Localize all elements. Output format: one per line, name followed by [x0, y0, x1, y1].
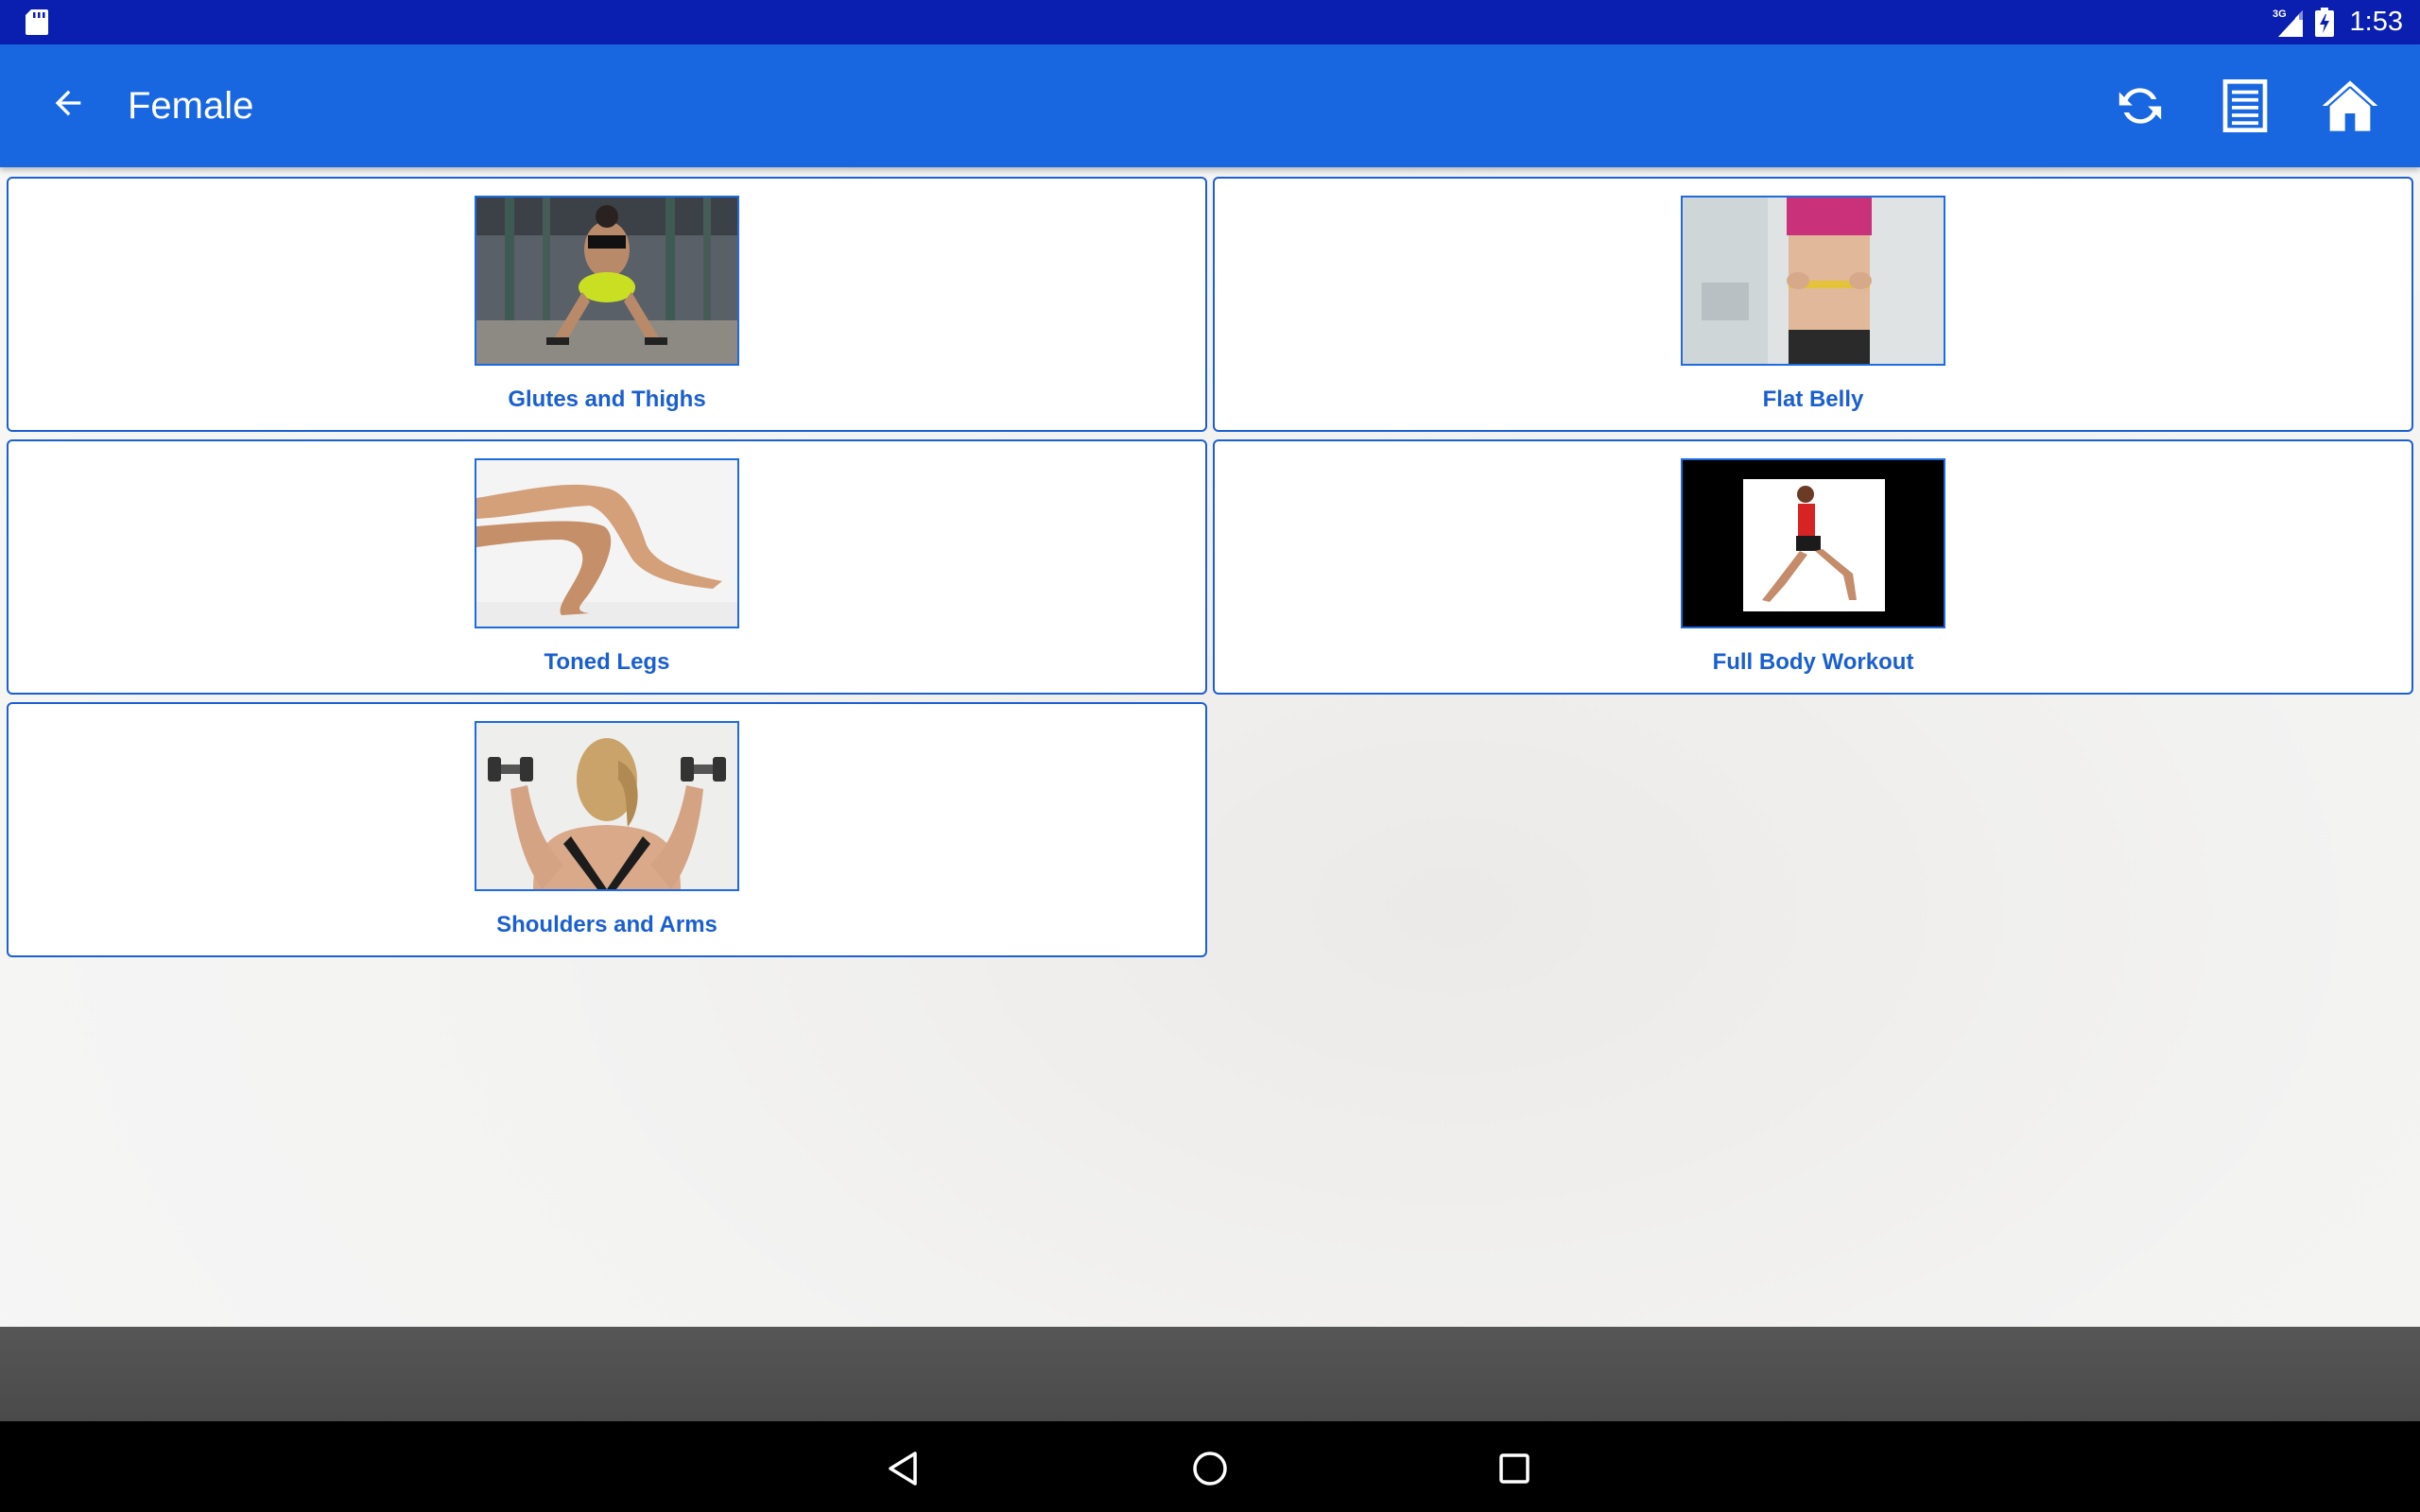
category-card-flat-belly[interactable]: Flat Belly: [1213, 177, 2413, 432]
refresh-icon: [2118, 88, 2162, 124]
category-card-glutes-thighs[interactable]: Glutes and Thighs: [7, 177, 1207, 432]
home-icon: [2322, 80, 2378, 131]
list-icon: [2222, 79, 2268, 132]
nav-home-icon: [1193, 1452, 1227, 1486]
glutes-thighs-photo: [475, 196, 739, 366]
nav-recents-icon: [1499, 1453, 1530, 1484]
clock: 1:53: [2349, 7, 2403, 37]
category-label: Toned Legs: [544, 649, 670, 675]
nav-back-button[interactable]: [873, 1438, 934, 1499]
category-label: Shoulders and Arms: [496, 912, 717, 937]
svg-text:3G: 3G: [2273, 9, 2287, 20]
category-card-full-body-workout[interactable]: Full Body Workout: [1213, 439, 2413, 695]
status-bar: 3G 1:53: [0, 0, 2420, 44]
flat-belly-photo: [1681, 196, 1945, 366]
nav-recents-button[interactable]: [1484, 1438, 1545, 1499]
app-bar: Female: [0, 44, 2420, 167]
arrow-back-icon: [55, 90, 81, 116]
category-card-toned-legs[interactable]: Toned Legs: [7, 439, 1207, 695]
screen: 3G 1:53 Female Glutes and Thighs Flat Be…: [0, 0, 2420, 1512]
category-label: Flat Belly: [1762, 387, 1864, 412]
list-button[interactable]: [2207, 68, 2283, 144]
battery-charging-icon: [2314, 7, 2334, 37]
category-label: Full Body Workout: [1712, 649, 1914, 675]
system-nav-bar: [0, 1421, 2420, 1512]
nav-back-icon: [889, 1452, 917, 1486]
back-button[interactable]: [34, 69, 102, 137]
full-body-workout-photo: [1681, 458, 1945, 628]
toned-legs-photo: [475, 458, 739, 628]
sd-card-icon: [26, 9, 48, 35]
nav-home-button[interactable]: [1180, 1438, 1240, 1499]
home-button[interactable]: [2312, 68, 2388, 144]
category-card-shoulders-arms[interactable]: Shoulders and Arms: [7, 702, 1207, 957]
category-label: Glutes and Thighs: [508, 387, 706, 412]
shoulders-arms-photo: [475, 721, 739, 891]
refresh-button[interactable]: [2102, 68, 2178, 144]
bottom-banner-area: [0, 1327, 2420, 1421]
page-title: Female: [128, 85, 254, 127]
signal-icon: 3G: [2273, 9, 2303, 37]
